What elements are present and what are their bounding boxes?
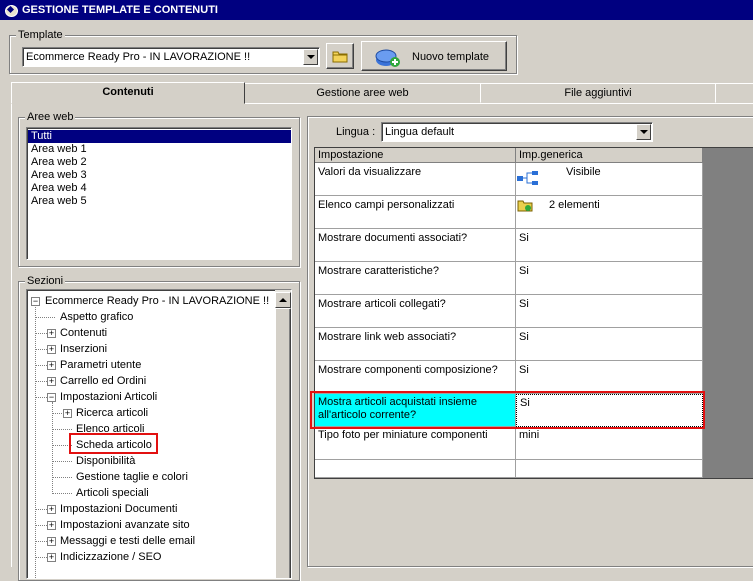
grid-cell-setting[interactable]: Mostrare documenti associati?	[315, 229, 516, 262]
expand-icon[interactable]: +	[47, 377, 56, 386]
expand-icon[interactable]: +	[47, 553, 56, 562]
grid-header-impostazione[interactable]: Impostazione	[315, 148, 516, 163]
tree-item-impostazioni-avanzate[interactable]: Impostazioni avanzate sito	[60, 517, 190, 533]
tab-more[interactable]	[715, 83, 753, 103]
grid-cell-setting[interactable]: Tipo foto per miniature componenti	[315, 427, 516, 460]
aree-web-list[interactable]: Tutti Area web 1 Area web 2 Area web 3 A…	[26, 127, 292, 260]
grid-cell-value[interactable]: Si	[516, 262, 703, 295]
tree-item-contenuti[interactable]: Contenuti	[60, 325, 107, 341]
app-icon	[4, 3, 18, 17]
tab-file-aggiuntivi[interactable]: File aggiuntivi	[480, 83, 716, 103]
window-titlebar: GESTIONE TEMPLATE E CONTENUTI	[0, 0, 753, 20]
tree-root[interactable]: Ecommerce Ready Pro - IN LAVORAZIONE !!	[45, 293, 269, 309]
tab-gestione-aree-web[interactable]: Gestione aree web	[244, 83, 481, 103]
grid-cell-value[interactable]: Si	[516, 361, 703, 394]
tree-item-ricerca-articoli[interactable]: Ricerca articoli	[76, 405, 148, 421]
folder-icon	[517, 200, 533, 212]
tree-item-disponibilita[interactable]: Disponibilità	[76, 453, 135, 469]
grid-cell-value[interactable]: mini	[516, 427, 703, 460]
aree-web-label: Aree web	[25, 111, 76, 123]
new-template-button[interactable]: Nuovo template	[361, 41, 507, 71]
tree-line	[52, 429, 72, 430]
list-item[interactable]: Area web 1	[28, 143, 291, 156]
expand-icon[interactable]: +	[63, 409, 72, 418]
list-item[interactable]: Area web 5	[28, 195, 291, 208]
expand-icon[interactable]: +	[47, 361, 56, 370]
scroll-up-button[interactable]	[275, 292, 291, 308]
hierarchy-icon	[517, 171, 538, 185]
lingua-combo[interactable]: Lingua default	[381, 122, 653, 142]
tree-line	[52, 493, 72, 494]
tree-line	[35, 317, 55, 318]
expand-icon[interactable]: +	[47, 521, 56, 530]
grid-cell-setting[interactable]: Elenco campi personalizzati	[315, 196, 516, 229]
tree-item-articoli-speciali[interactable]: Articoli speciali	[76, 485, 149, 501]
new-template-label: Nuovo template	[412, 51, 490, 63]
grid-cell-setting[interactable]: Mostrare link web associati?	[315, 328, 516, 361]
tree-item-impostazioni-articoli[interactable]: Impostazioni Articoli	[60, 389, 157, 405]
grid-cell-value[interactable]: 2 elementi	[516, 196, 703, 229]
lingua-label: Lingua :	[336, 126, 376, 138]
new-template-icon	[375, 49, 400, 67]
collapse-icon[interactable]: −	[47, 393, 56, 402]
tree-item-aspetto-grafico[interactable]: Aspetto grafico	[60, 309, 133, 325]
collapse-icon[interactable]: −	[31, 297, 40, 306]
tree-item-impostazioni-documenti[interactable]: Impostazioni Documenti	[60, 501, 177, 517]
tree-item-parametri-utente[interactable]: Parametri utente	[60, 357, 141, 373]
expand-icon[interactable]: +	[47, 329, 56, 338]
lingua-combo-value: Lingua default	[385, 126, 455, 138]
grid-cell-setting[interactable]: Valori da visualizzare	[315, 163, 516, 196]
sezioni-tree[interactable]: − Ecommerce Ready Pro - IN LAVORAZIONE !…	[26, 289, 292, 579]
chevron-down-icon[interactable]	[636, 124, 651, 140]
list-item-tutti[interactable]: Tutti	[28, 130, 291, 143]
expand-icon[interactable]: +	[47, 505, 56, 514]
list-item[interactable]: Area web 2	[28, 156, 291, 169]
grid-cell-value[interactable]: Visibile	[516, 163, 703, 196]
list-item[interactable]: Area web 3	[28, 169, 291, 182]
tree-line	[52, 461, 72, 462]
template-combo[interactable]: Ecommerce Ready Pro - IN LAVORAZIONE !!	[22, 47, 320, 67]
annotation-highlight	[69, 433, 158, 454]
tab-contenuti[interactable]: Contenuti	[11, 82, 245, 104]
grid-cell-value[interactable]: Si	[516, 328, 703, 361]
tab-contenuti-label: Contenuti	[102, 86, 154, 98]
grid-cell-value[interactable]: Si	[516, 229, 703, 262]
tab-gestione-aree-web-label: Gestione aree web	[316, 87, 409, 99]
tree-item-inserzioni[interactable]: Inserzioni	[60, 341, 107, 357]
tree-line	[35, 302, 36, 578]
grid-header-imp-generica[interactable]: Imp.generica	[516, 148, 703, 163]
grid-cell-value[interactable]: Si	[516, 295, 703, 328]
folder-icon	[332, 51, 348, 63]
template-combo-value: Ecommerce Ready Pro - IN LAVORAZIONE !!	[26, 51, 251, 63]
tree-item-carrello-ordini[interactable]: Carrello ed Ordini	[60, 373, 146, 389]
tree-line	[52, 402, 53, 494]
tree-line	[52, 477, 72, 478]
grid-cell-empty[interactable]	[516, 460, 703, 478]
template-group-label: Template	[16, 29, 65, 41]
grid-value-text: Visibile	[566, 166, 601, 178]
grid-cell-setting[interactable]: Mostrare caratteristiche?	[315, 262, 516, 295]
tree-item-messaggi-email[interactable]: Messaggi e testi delle email	[60, 533, 195, 549]
grid-empty-area	[703, 148, 753, 478]
grid-cell-setting[interactable]: Mostrare componenti composizione?	[315, 361, 516, 394]
chevron-down-icon[interactable]	[303, 49, 318, 65]
expand-icon[interactable]: +	[47, 537, 56, 546]
tab-file-aggiuntivi-label: File aggiuntivi	[564, 87, 632, 99]
window-title: GESTIONE TEMPLATE E CONTENUTI	[22, 4, 218, 16]
open-folder-button[interactable]	[326, 43, 354, 69]
expand-icon[interactable]: +	[47, 345, 56, 354]
grid-value-text: 2 elementi	[549, 199, 600, 211]
tree-item-indicizzazione-seo[interactable]: Indicizzazione / SEO	[60, 549, 162, 565]
annotation-highlight	[310, 391, 705, 429]
scroll-thumb[interactable]	[275, 308, 291, 578]
grid-cell-setting[interactable]: Mostrare articoli collegati?	[315, 295, 516, 328]
grid-cell-empty[interactable]	[315, 460, 516, 478]
list-item[interactable]: Area web 4	[28, 182, 291, 195]
sezioni-label: Sezioni	[25, 275, 66, 287]
tree-item-taglie-colori[interactable]: Gestione taglie e colori	[76, 469, 188, 485]
